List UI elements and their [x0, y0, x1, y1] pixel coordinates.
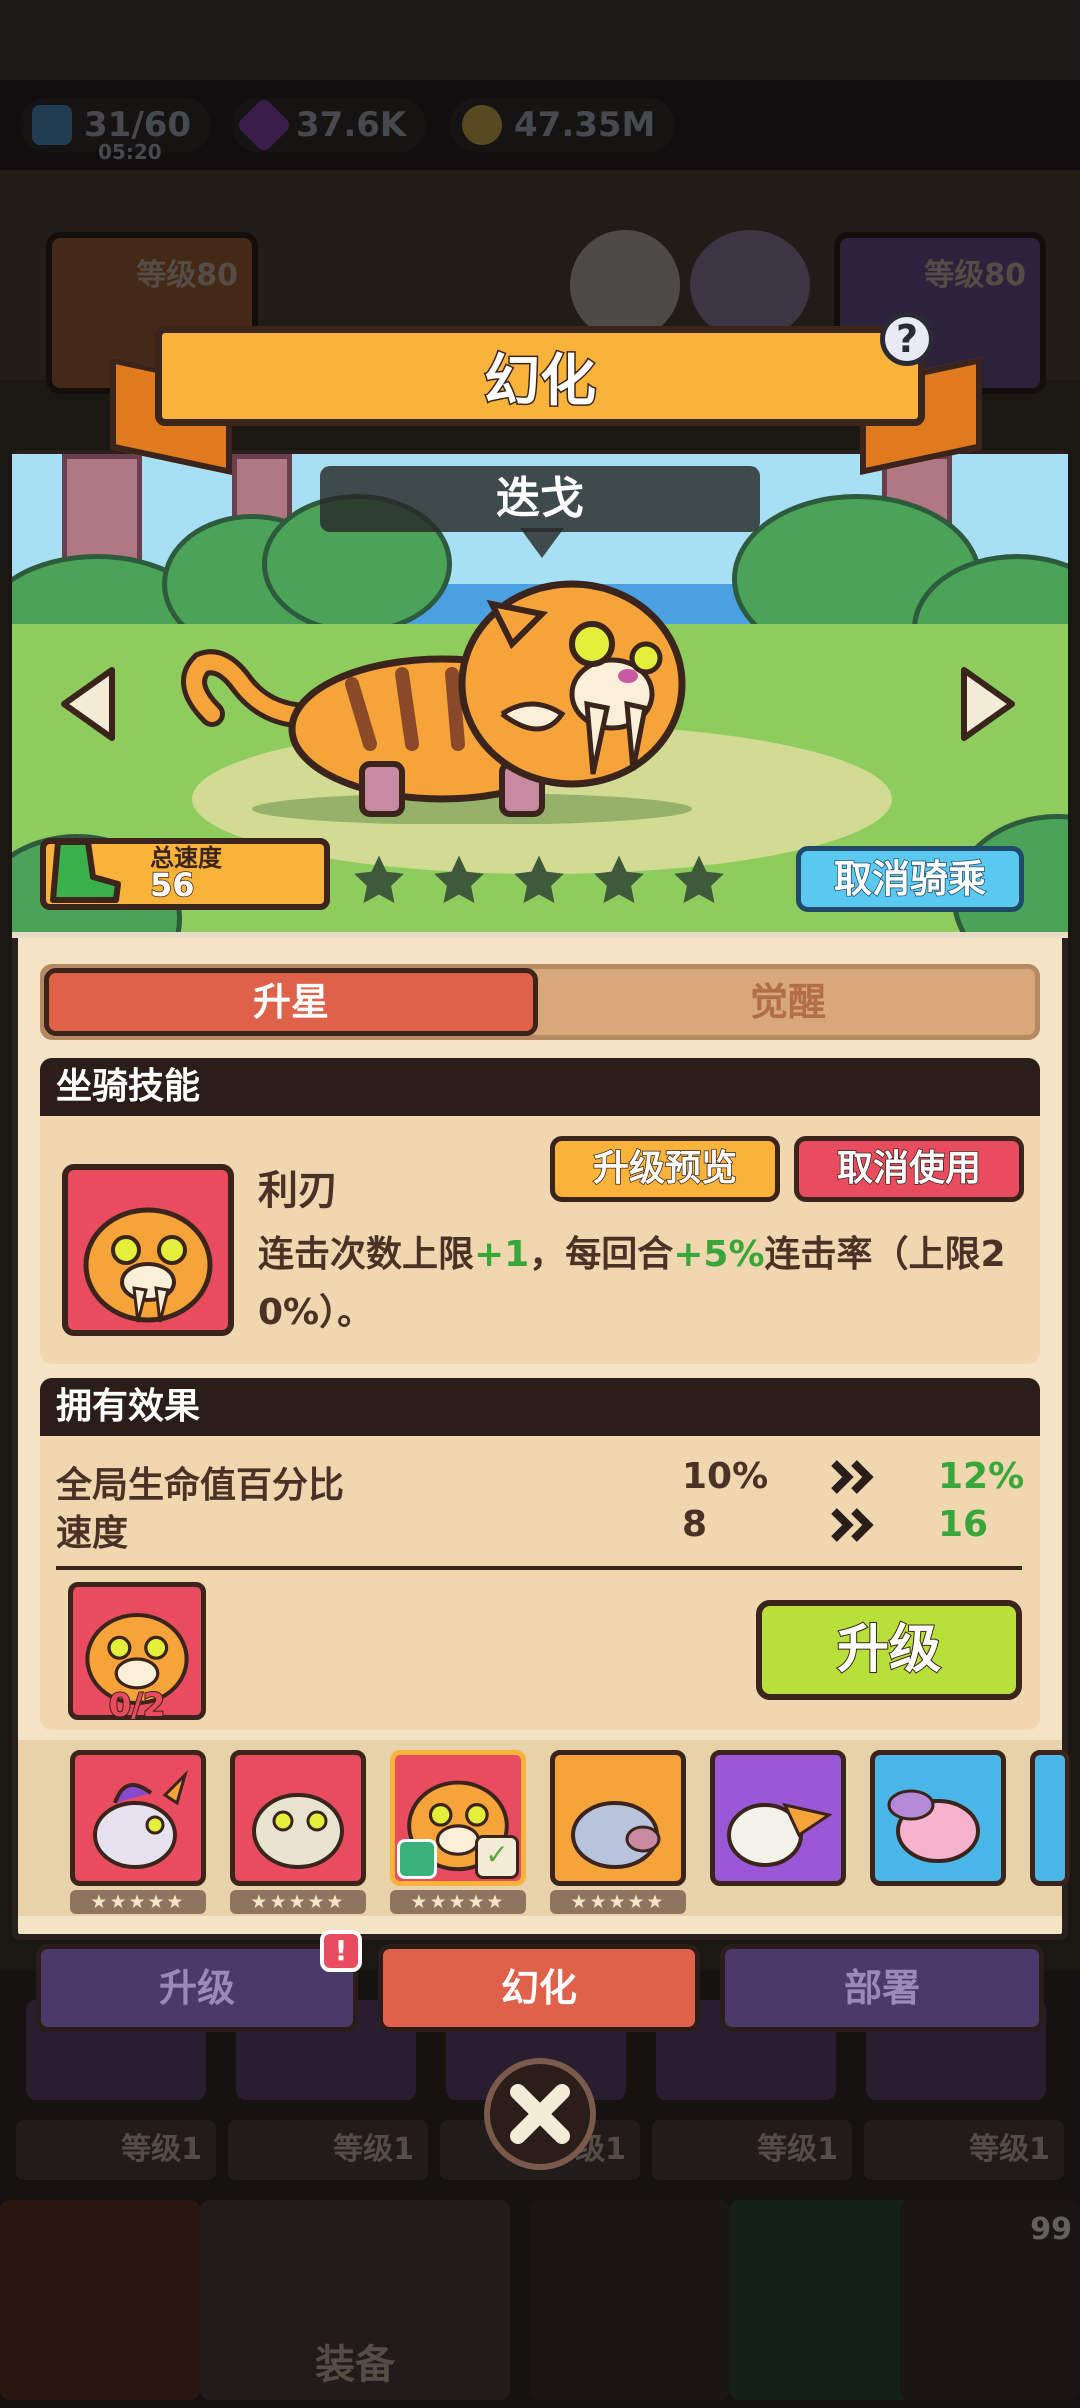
mount-stars: ★★★★★	[230, 1890, 366, 1914]
total-speed-badge: 总速度 56	[40, 838, 330, 910]
nav-chest[interactable]: 99	[900, 2200, 1080, 2400]
effect-name: 速度	[56, 1513, 129, 1554]
dialog-title: 幻化	[483, 347, 598, 415]
nav-battle[interactable]	[530, 2200, 730, 2400]
pelican-icon	[727, 1802, 833, 1867]
star-icon	[354, 855, 404, 903]
rider-icon	[397, 1839, 437, 1879]
tiger-portrait-icon	[83, 1207, 213, 1323]
skill-name: 利刃	[258, 1168, 338, 1214]
dialog-title-banner: 幻化	[155, 326, 925, 426]
mount-mummy-cat[interactable]	[230, 1750, 366, 1886]
effect-next: 12%	[938, 1456, 1025, 1497]
armor-slot-level: 等级80	[924, 258, 1026, 293]
divider	[56, 1566, 1022, 1570]
energy-icon	[32, 105, 72, 145]
nav-equipment[interactable]: 装备	[200, 2200, 510, 2400]
coin-counter[interactable]: 47.35M	[450, 98, 676, 152]
inventory-level: 等级1	[864, 2120, 1064, 2180]
next-mount-arrow-icon[interactable]	[958, 664, 1018, 744]
status-bar	[0, 0, 1080, 80]
inventory-level: 等级1	[652, 2120, 852, 2180]
effect-current: 10%	[682, 1456, 769, 1497]
gem-value: 37.6K	[296, 105, 407, 145]
tab-star-up[interactable]: 升星	[44, 968, 538, 1036]
prev-mount-arrow-icon[interactable]	[58, 664, 118, 744]
skill-desc-bonus: +5%	[673, 1234, 765, 1275]
tab-transform[interactable]: 幻化	[378, 1944, 700, 2032]
mount-stars: ★★★★★	[550, 1890, 686, 1914]
mount-unicorn[interactable]	[70, 1750, 206, 1886]
checkmark-icon: ✓	[475, 1835, 519, 1879]
star-rating	[350, 852, 728, 910]
nav-equipment-label: 装备	[315, 2342, 395, 2388]
effect-current: 8	[682, 1504, 708, 1545]
tab-awaken[interactable]: 觉醒	[540, 968, 1036, 1036]
coin-icon	[462, 105, 502, 145]
nav-chest-badge: 99	[1030, 2212, 1072, 2247]
effect-name: 全局生命值百分比	[56, 1465, 345, 1506]
boot-icon	[50, 839, 121, 903]
total-speed-value: 56	[149, 865, 195, 905]
star-icon	[674, 855, 724, 903]
shard-count: 0/2	[108, 1685, 166, 1725]
nav-shop[interactable]	[0, 2200, 200, 2400]
cancel-ride-button[interactable]: 取消骑乘	[796, 846, 1024, 912]
weapon-slot-level: 等级80	[136, 258, 238, 293]
gem-counter[interactable]: 37.6K	[232, 96, 427, 154]
mount-skill-header: 坐骑技能	[40, 1058, 1040, 1116]
mount-tiger-selected[interactable]: ✓	[390, 1750, 526, 1886]
mount-partial[interactable]	[1030, 1750, 1070, 1886]
star-icon	[434, 855, 484, 903]
owned-effects-header: 拥有效果	[40, 1378, 1040, 1436]
close-icon	[510, 2084, 570, 2144]
cancel-use-button[interactable]: 取消使用	[794, 1136, 1024, 1202]
energy-timer: 05:20	[98, 140, 162, 164]
mount-pelican[interactable]	[710, 1750, 846, 1886]
inventory-level: 等级1	[228, 2120, 428, 2180]
cow-icon	[571, 1801, 661, 1869]
mount-name: 迭戈	[320, 466, 760, 532]
coin-value: 47.35M	[514, 105, 656, 145]
upgrade-button[interactable]: 升级	[756, 1600, 1022, 1700]
gem-icon	[235, 96, 293, 154]
star-icon	[514, 855, 564, 903]
mount-stars: ★★★★★	[390, 1890, 526, 1914]
help-icon[interactable]: ?	[880, 312, 934, 366]
mount-cow[interactable]	[550, 1750, 686, 1886]
tab-upgrade[interactable]: 升级	[36, 1944, 358, 2032]
mount-stars: ★★★★★	[70, 1890, 206, 1914]
pink-creature-icon	[887, 1789, 980, 1863]
unicorn-icon	[93, 1769, 189, 1869]
upgrade-preview-button[interactable]: 升级预览	[550, 1136, 780, 1202]
mount-pink-creature[interactable]	[870, 1750, 1006, 1886]
effect-next: 16	[938, 1504, 989, 1545]
double-chevron-icon	[831, 1460, 874, 1494]
star-icon	[594, 855, 644, 903]
skill-desc-text: 连击次数上限	[258, 1234, 475, 1275]
close-button[interactable]	[484, 2058, 596, 2170]
skill-desc-bonus: +1	[474, 1234, 530, 1275]
mount-name-pointer	[520, 528, 564, 558]
sabertooth-tiger-mount	[181, 580, 692, 824]
skill-description: 连击次数上限+1，每回合+5%连击率（上限20%）。	[258, 1226, 1018, 1342]
energy-value: 31/60	[84, 105, 192, 145]
mummy-cat-icon	[252, 1793, 344, 1869]
skill-desc-text: ，每回合	[529, 1234, 674, 1275]
tab-deploy[interactable]: 部署	[720, 1944, 1044, 2032]
hero-avatar-left[interactable]	[570, 230, 680, 340]
notification-badge: !	[320, 1930, 362, 1972]
skill-icon[interactable]	[62, 1164, 234, 1336]
double-chevron-icon	[831, 1508, 874, 1542]
inventory-level: 等级1	[16, 2120, 216, 2180]
hero-avatar-right[interactable]	[690, 230, 810, 340]
